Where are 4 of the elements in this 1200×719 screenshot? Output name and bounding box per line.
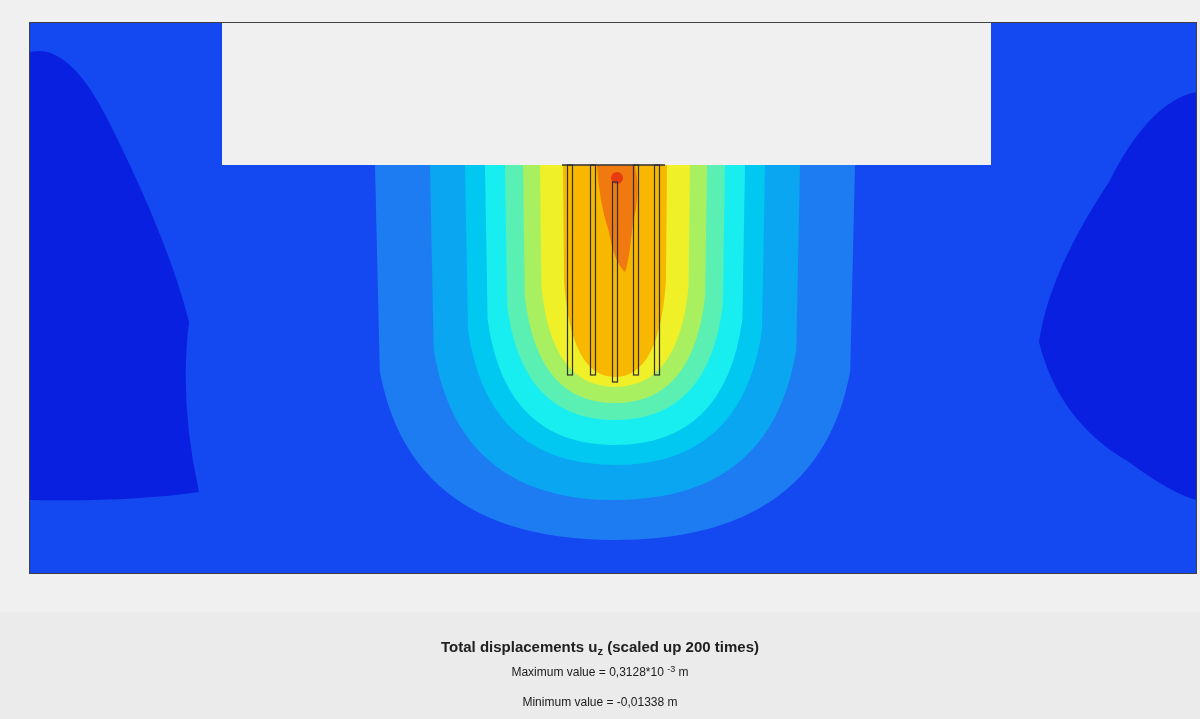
minimum-value-text: Minimum value = -0,01338 m: [522, 694, 678, 710]
maximum-value-text: Maximum value = 0,3128*10 $^{-3}$ m: [511, 664, 689, 680]
peak-contour: [611, 172, 623, 184]
plot-title: Total displacements u$_{z}$ (scaled up 200 times): [441, 638, 759, 656]
